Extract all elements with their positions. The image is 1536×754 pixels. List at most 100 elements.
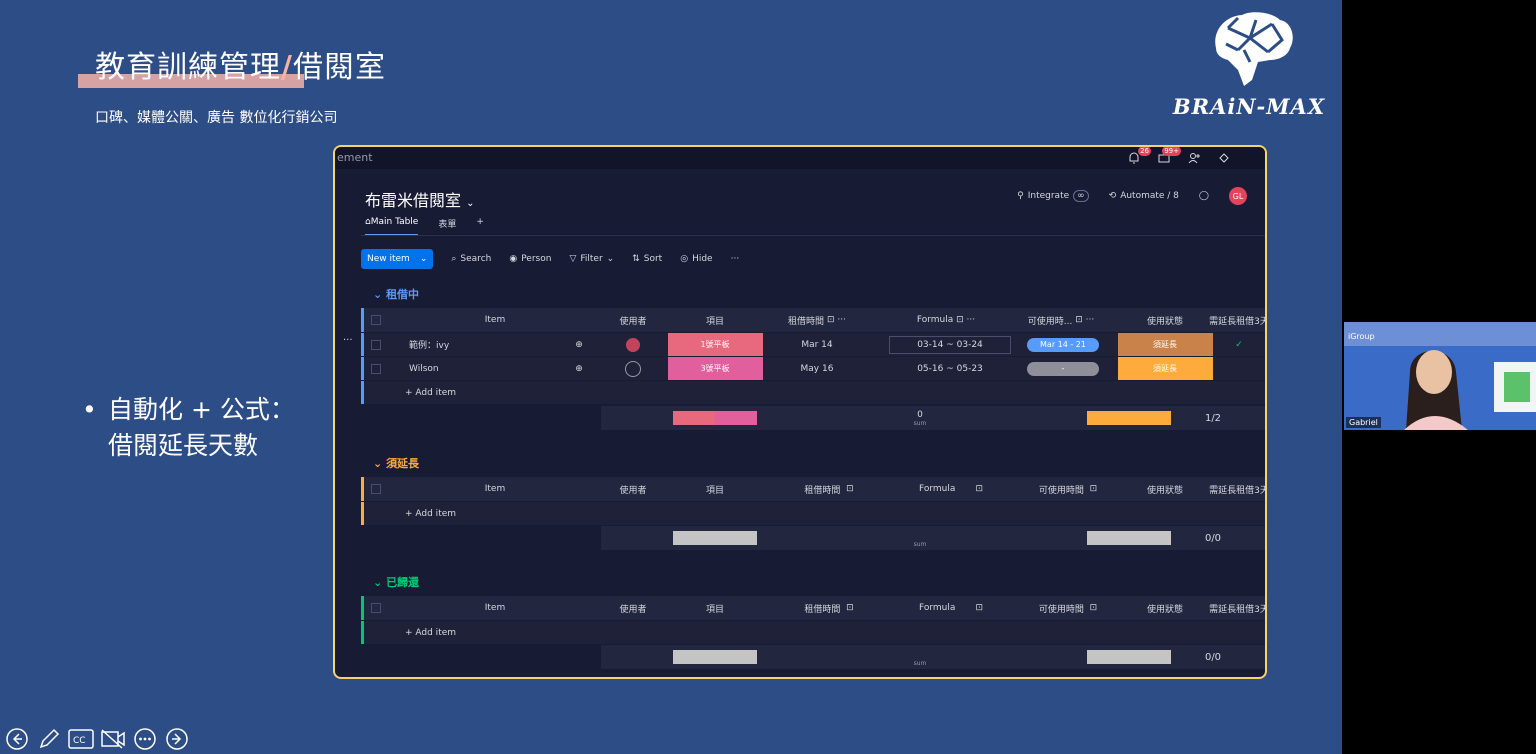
column-header-status[interactable]: 使用狀態 xyxy=(1117,477,1213,501)
board-title[interactable]: 布雷米借閱室 ⌄ xyxy=(365,187,475,211)
apps-icon[interactable] xyxy=(1217,150,1233,166)
add-update-icon[interactable]: ⊕ xyxy=(569,357,589,380)
user-avatar[interactable] xyxy=(611,333,655,356)
tab-main-table[interactable]: ⌂Main Table xyxy=(365,217,419,236)
search-button[interactable]: ⌕ Search xyxy=(451,254,491,264)
extend-count: 0/0 xyxy=(1204,532,1222,544)
back-icon[interactable] xyxy=(4,726,30,752)
row-menu-icon[interactable]: ··· xyxy=(343,335,353,346)
add-item-row[interactable]: + Add item xyxy=(361,501,1265,525)
column-header-availability[interactable]: 可使用時... ⊡ ··· xyxy=(1013,308,1109,332)
camera-off-icon[interactable] xyxy=(100,726,126,752)
chevron-down-icon[interactable]: ⌄ xyxy=(373,288,382,301)
more-icon[interactable]: ··· xyxy=(1086,315,1095,325)
item-name[interactable]: 範例：ivy xyxy=(409,333,509,356)
inbox-icon[interactable]: 99+ xyxy=(1157,147,1181,166)
select-all-checkbox[interactable] xyxy=(371,315,381,325)
hide-button[interactable]: ◎ Hide xyxy=(680,254,712,264)
row-checkbox[interactable] xyxy=(371,364,381,374)
invite-icon[interactable] xyxy=(1187,150,1203,166)
table-row[interactable]: 範例：ivy ⊕ 1號平板 Mar 14 03-14 ~ 03-24 Mar 1… xyxy=(361,332,1265,357)
extend-checkbox[interactable]: ✓ xyxy=(1213,333,1265,356)
column-header-status[interactable]: 使用狀態 xyxy=(1117,596,1213,620)
rent-date[interactable]: May 16 xyxy=(769,357,865,380)
chevron-down-icon[interactable]: ⌄ xyxy=(420,254,428,264)
group-color-bar xyxy=(361,596,364,620)
column-header-rent-time[interactable]: 租借時間 ⊡ xyxy=(769,596,889,620)
more-icon[interactable]: ··· xyxy=(837,315,846,325)
select-all-checkbox[interactable] xyxy=(371,484,381,494)
lock-icon: ⊡ xyxy=(1089,484,1098,494)
group-label-renting[interactable]: ⌄ 租借中 xyxy=(373,286,419,302)
column-header-extend[interactable]: 需延長租借3天 xyxy=(1209,477,1265,501)
column-header-item[interactable]: Item xyxy=(401,477,589,501)
chevron-down-icon[interactable]: ⌄ xyxy=(373,576,382,589)
column-header-formula[interactable]: Formula ⊡ xyxy=(881,477,1021,501)
bell-icon[interactable]: 26 xyxy=(1127,147,1151,166)
chevron-down-icon[interactable]: ⌄ xyxy=(466,198,474,209)
availability-timeline[interactable]: - xyxy=(1027,361,1099,376)
comment-icon[interactable]: ◯ xyxy=(1199,191,1209,201)
add-item-row[interactable]: + Add item xyxy=(361,380,1265,404)
pen-icon[interactable] xyxy=(36,726,62,752)
device-label[interactable]: 3號平板 xyxy=(667,356,763,381)
forward-icon[interactable] xyxy=(164,726,190,752)
captions-icon[interactable]: CC xyxy=(68,726,94,752)
tab-form[interactable]: 表單 xyxy=(438,217,456,236)
column-header-item[interactable]: Item xyxy=(401,596,589,620)
group-label-extend[interactable]: ⌄ 須延長 xyxy=(373,455,419,471)
device-label[interactable]: 1號平板 xyxy=(667,332,763,357)
column-header-formula[interactable]: Formula ⊡ xyxy=(881,596,1021,620)
new-item-button[interactable]: New item ⌄ xyxy=(361,249,434,269)
item-name[interactable]: Wilson xyxy=(409,357,509,380)
filter-button[interactable]: ▽ Filter ⌄ xyxy=(569,254,614,264)
column-header-status[interactable]: 使用狀態 xyxy=(1117,308,1213,332)
lock-icon: ⊡ xyxy=(1075,315,1083,325)
breadcrumb: ement xyxy=(337,151,373,164)
column-header-user[interactable]: 使用者 xyxy=(611,477,655,501)
column-header-item[interactable]: Item xyxy=(401,308,589,332)
formula-value[interactable]: 03-14 ~ 03-24 xyxy=(889,336,1011,354)
more-icon[interactable]: ··· xyxy=(967,315,976,325)
sort-button[interactable]: ⇅ Sort xyxy=(632,254,662,264)
column-header-formula[interactable]: Formula ⊡ ··· xyxy=(881,308,1011,332)
column-header-availability[interactable]: 可使用時間 ⊡ xyxy=(1013,596,1123,620)
person-icon[interactable] xyxy=(611,357,655,380)
column-header-device[interactable]: 項目 xyxy=(667,596,763,620)
chevron-down-icon[interactable]: ⌄ xyxy=(607,254,615,264)
column-header-rent-time[interactable]: 租借時間 ⊡ ··· xyxy=(769,308,865,332)
column-header-extend[interactable]: 需延長租借3天 xyxy=(1209,308,1265,332)
column-header-extend[interactable]: 需延長租借3天 xyxy=(1209,596,1265,620)
add-item-button[interactable]: + Add item xyxy=(405,381,525,404)
select-all-checkbox[interactable] xyxy=(371,603,381,613)
add-item-row[interactable]: + Add item xyxy=(361,620,1265,644)
status-badge[interactable]: 須延長 xyxy=(1117,356,1213,381)
column-header-user[interactable]: 使用者 xyxy=(611,308,655,332)
app-topbar: ement 26 99+ xyxy=(335,147,1265,169)
more-icon[interactable] xyxy=(132,726,158,752)
column-header-availability[interactable]: 可使用時間 ⊡ xyxy=(1013,477,1123,501)
column-header-device[interactable]: 項目 xyxy=(667,308,763,332)
add-item-button[interactable]: + Add item xyxy=(405,502,525,525)
add-update-icon[interactable]: ⊕ xyxy=(569,333,589,356)
column-header-device[interactable]: 項目 xyxy=(667,477,763,501)
bullet-line-2: 借閱延長天數 xyxy=(108,431,259,460)
column-header-rent-time[interactable]: 租借時間 ⊡ xyxy=(769,477,889,501)
integrate-button[interactable]: ⚲ Integrate ∞ xyxy=(1017,190,1089,202)
table-row[interactable]: Wilson ⊕ 3號平板 May 16 05-16 ~ 05-23 - 須延長 xyxy=(361,356,1265,381)
more-button[interactable]: ··· xyxy=(731,254,740,264)
row-checkbox[interactable] xyxy=(371,340,381,350)
rent-date[interactable]: Mar 14 xyxy=(769,333,865,356)
status-badge[interactable]: 須延長 xyxy=(1117,332,1213,357)
formula-value[interactable]: 05-16 ~ 05-23 xyxy=(889,357,1011,380)
extend-checkbox[interactable] xyxy=(1213,357,1265,380)
chevron-down-icon[interactable]: ⌄ xyxy=(373,457,382,470)
automate-button[interactable]: ⟲ Automate / 8 xyxy=(1109,191,1179,201)
column-header-user[interactable]: 使用者 xyxy=(611,596,655,620)
availability-timeline[interactable]: Mar 14 - 21 xyxy=(1027,337,1099,352)
avatar[interactable]: GL xyxy=(1229,187,1247,205)
group-label-returned[interactable]: ⌄ 已歸還 xyxy=(373,574,419,590)
person-filter-button[interactable]: ◉ Person xyxy=(509,254,551,264)
add-view-button[interactable]: + xyxy=(476,217,484,236)
add-item-button[interactable]: + Add item xyxy=(405,621,525,644)
